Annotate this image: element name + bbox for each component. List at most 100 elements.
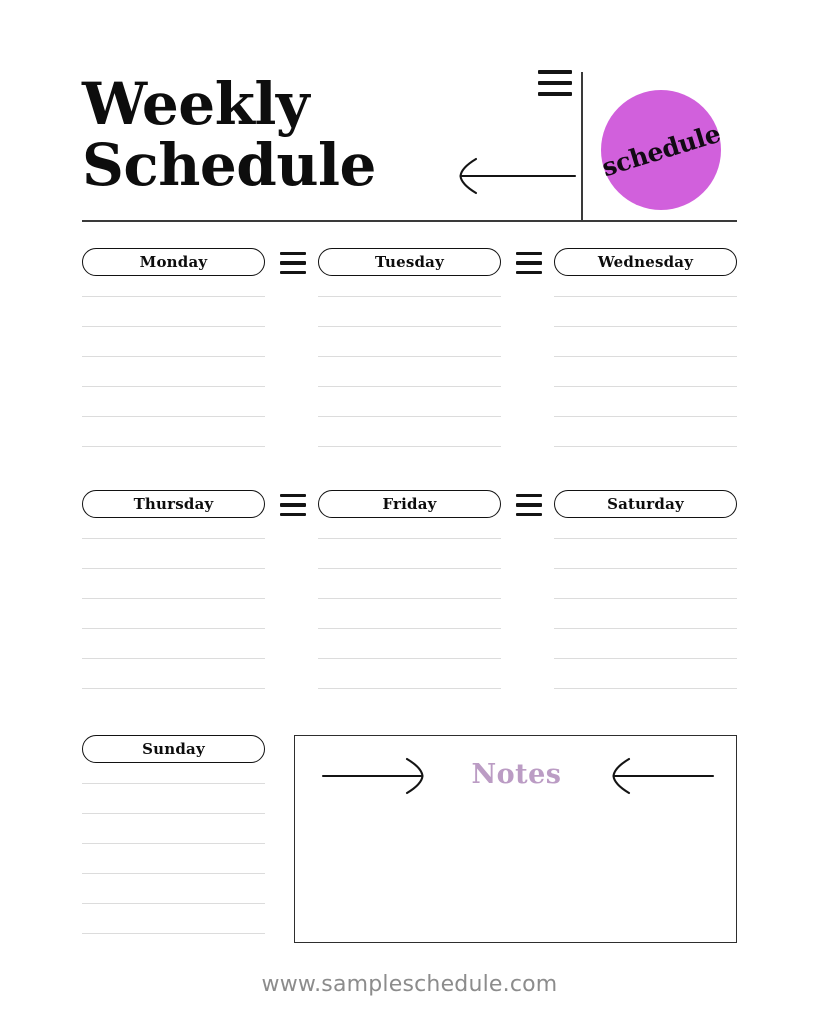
- day-write-lines[interactable]: [82, 783, 265, 935]
- day-label: Sunday: [142, 739, 205, 758]
- write-line[interactable]: [82, 385, 265, 388]
- day-label: Monday: [139, 252, 208, 271]
- write-line[interactable]: [554, 415, 737, 418]
- schedule-badge: schedule: [598, 90, 724, 210]
- day-write-lines[interactable]: [82, 296, 265, 448]
- day-pill-thursday[interactable]: Thursday: [82, 490, 265, 518]
- header-horizontal-rule: [82, 220, 737, 222]
- write-line[interactable]: [82, 567, 265, 570]
- write-line[interactable]: [554, 538, 737, 540]
- hamburger-bar: [280, 503, 306, 507]
- write-line[interactable]: [318, 385, 501, 388]
- hamburger-bar: [538, 70, 572, 74]
- day-column-sunday: Sunday: [82, 735, 265, 935]
- day-column-tuesday: Tuesday: [318, 248, 501, 448]
- write-line[interactable]: [82, 355, 265, 358]
- write-line[interactable]: [554, 445, 737, 448]
- write-line[interactable]: [82, 296, 265, 298]
- write-line[interactable]: [82, 872, 265, 875]
- write-line[interactable]: [554, 385, 737, 388]
- hamburger-icon: [538, 70, 572, 104]
- hamburger-icon: [280, 494, 306, 517]
- hamburger-bar: [516, 270, 542, 275]
- write-line[interactable]: [82, 687, 265, 690]
- write-line[interactable]: [82, 415, 265, 418]
- hamburger-icon: [516, 494, 542, 517]
- write-line[interactable]: [82, 783, 265, 785]
- write-line[interactable]: [318, 627, 501, 630]
- write-line[interactable]: [318, 325, 501, 328]
- day-write-lines[interactable]: [318, 538, 501, 690]
- write-line[interactable]: [554, 567, 737, 570]
- page-footer: www.sampleschedule.com: [0, 972, 819, 997]
- write-line[interactable]: [554, 296, 737, 298]
- write-line[interactable]: [82, 842, 265, 845]
- hamburger-bar: [538, 92, 572, 96]
- write-line[interactable]: [318, 687, 501, 690]
- hamburger-bar: [280, 261, 306, 265]
- write-line[interactable]: [554, 687, 737, 690]
- write-line[interactable]: [318, 415, 501, 418]
- hamburger-bar: [516, 261, 542, 265]
- day-column-saturday: Saturday: [554, 490, 737, 690]
- footer-url[interactable]: www.sampleschedule.com: [262, 972, 558, 997]
- day-write-lines[interactable]: [554, 538, 737, 690]
- hamburger-bar: [538, 81, 572, 85]
- day-label: Friday: [382, 494, 437, 513]
- day-column-monday: Monday: [82, 248, 265, 448]
- day-write-lines[interactable]: [82, 538, 265, 690]
- write-line[interactable]: [318, 538, 501, 540]
- write-line[interactable]: [554, 627, 737, 630]
- write-line[interactable]: [82, 902, 265, 905]
- write-line[interactable]: [82, 657, 265, 660]
- write-line[interactable]: [82, 597, 265, 600]
- write-line[interactable]: [82, 812, 265, 815]
- page-header: Weekly Schedule schedule: [0, 0, 819, 225]
- write-line[interactable]: [82, 325, 265, 328]
- notes-header: Notes: [295, 753, 738, 799]
- day-pill-sunday[interactable]: Sunday: [82, 735, 265, 763]
- write-line[interactable]: [318, 445, 501, 448]
- day-write-lines[interactable]: [318, 296, 501, 448]
- hamburger-icon: [280, 252, 306, 275]
- write-line[interactable]: [318, 567, 501, 570]
- hamburger-bar: [280, 252, 306, 256]
- write-line[interactable]: [82, 627, 265, 630]
- notes-panel[interactable]: Notes: [294, 735, 737, 943]
- hamburger-bar: [280, 270, 306, 275]
- page-title-line-2: Schedule: [82, 131, 376, 199]
- hamburger-bar: [516, 494, 542, 498]
- write-line[interactable]: [318, 597, 501, 600]
- day-column-friday: Friday: [318, 490, 501, 690]
- hamburger-bar: [516, 512, 542, 517]
- day-pill-tuesday[interactable]: Tuesday: [318, 248, 501, 276]
- day-column-thursday: Thursday: [82, 490, 265, 690]
- write-line[interactable]: [554, 325, 737, 328]
- schedule-badge-label: schedule: [598, 118, 724, 182]
- hamburger-bar: [516, 503, 542, 507]
- write-line[interactable]: [554, 657, 737, 660]
- day-label: Saturday: [607, 494, 684, 513]
- write-line[interactable]: [554, 355, 737, 358]
- day-label: Thursday: [133, 494, 214, 513]
- weekly-schedule-page: Weekly Schedule schedule Monday Tuesday …: [0, 0, 819, 1024]
- write-line[interactable]: [82, 445, 265, 448]
- day-pill-monday[interactable]: Monday: [82, 248, 265, 276]
- day-write-lines[interactable]: [554, 296, 737, 448]
- write-line[interactable]: [554, 597, 737, 600]
- hamburger-bar: [280, 494, 306, 498]
- day-pill-saturday[interactable]: Saturday: [554, 490, 737, 518]
- page-title-line-1: Weekly: [82, 70, 310, 138]
- arrow-left-icon: [605, 755, 715, 797]
- day-column-wednesday: Wednesday: [554, 248, 737, 448]
- write-line[interactable]: [318, 296, 501, 298]
- day-pill-friday[interactable]: Friday: [318, 490, 501, 518]
- write-line[interactable]: [318, 657, 501, 660]
- page-title: Weekly Schedule: [82, 74, 482, 196]
- header-vertical-divider: [581, 72, 583, 222]
- day-pill-wednesday[interactable]: Wednesday: [554, 248, 737, 276]
- write-line[interactable]: [82, 932, 265, 935]
- write-line[interactable]: [318, 355, 501, 358]
- write-line[interactable]: [82, 538, 265, 540]
- arrow-left-icon: [452, 155, 577, 197]
